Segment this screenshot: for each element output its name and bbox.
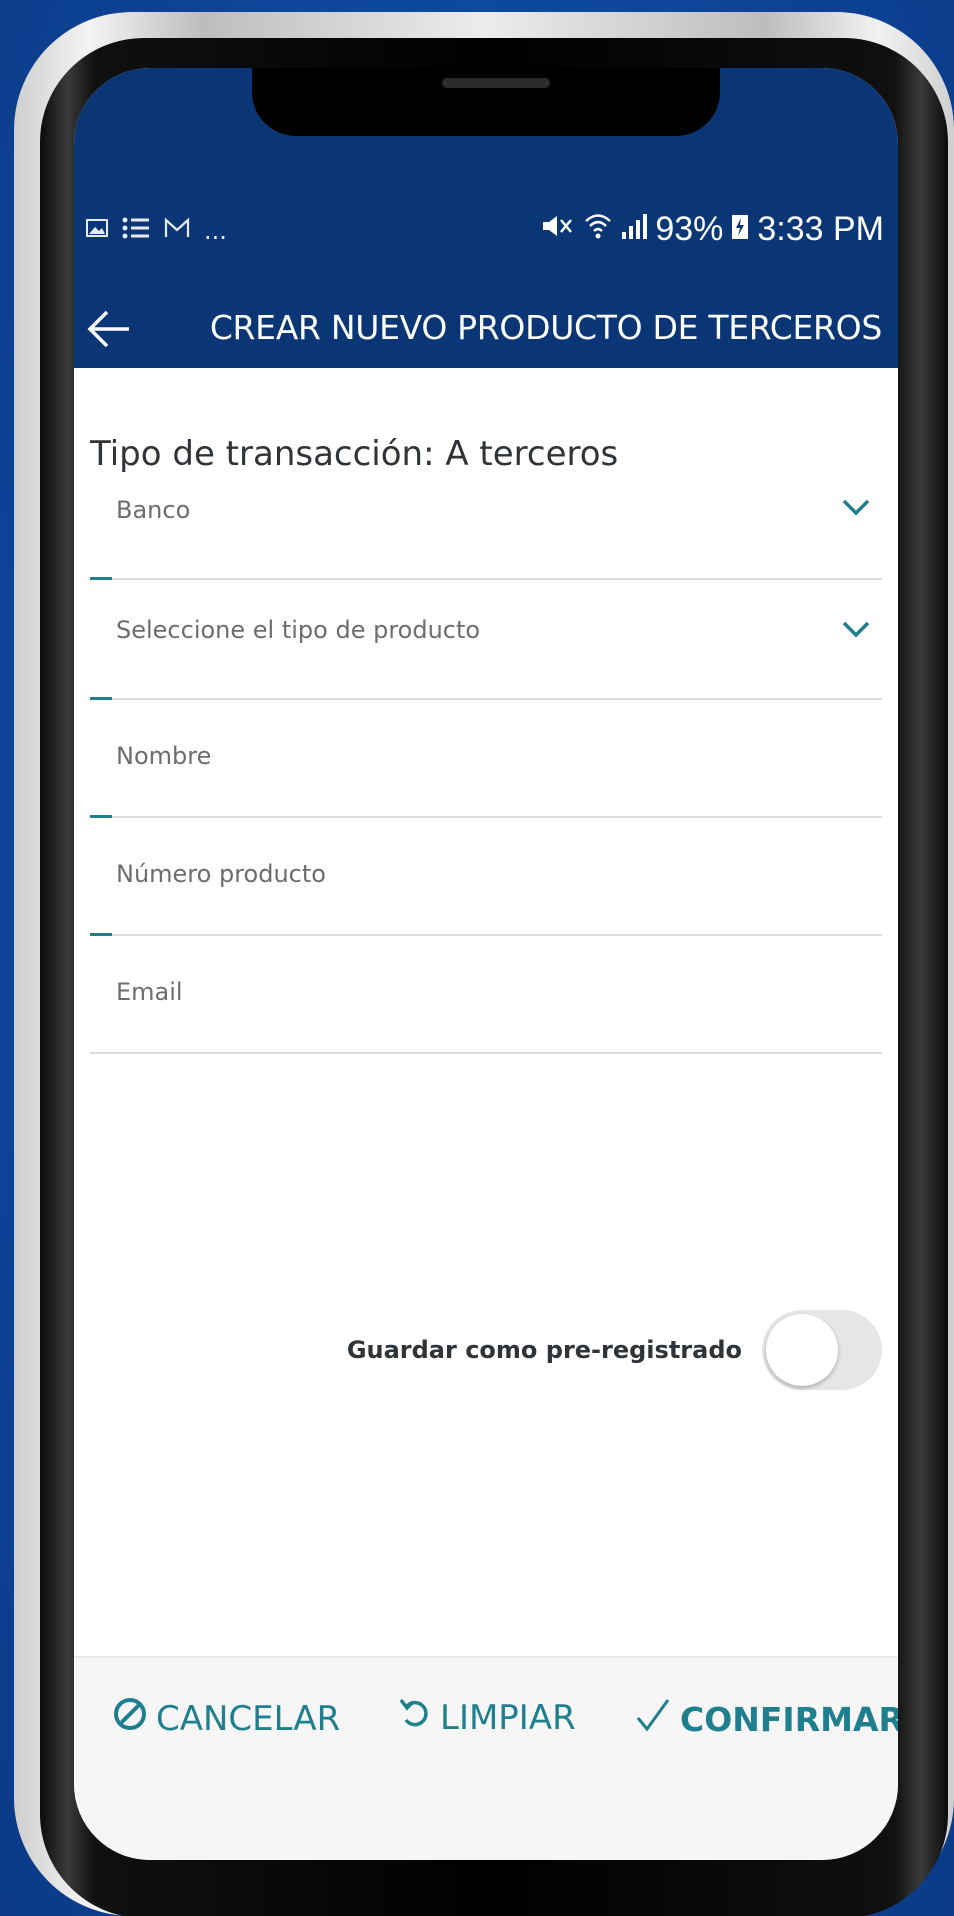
cancel-button[interactable]: CANCELAR [112, 1696, 340, 1741]
clear-label: LIMPIAR [440, 1697, 576, 1738]
check-icon [634, 1696, 672, 1742]
list-icon [122, 216, 150, 246]
toolbar: CREAR NUEVO PRODUCTO DE TERCEROS [74, 294, 898, 364]
clock: 3:33 PM [757, 210, 884, 248]
email-field[interactable]: Email [90, 932, 882, 1054]
mail-icon [164, 217, 190, 245]
action-bar: CANCELAR LIMPIAR CONFIRMAR [74, 1656, 898, 1860]
email-field-label: Email [116, 978, 183, 1006]
bank-select-label: Banco [116, 496, 191, 524]
system-status: 93% 3:33 PM [539, 210, 884, 249]
product-number-label: Número producto [116, 860, 326, 888]
more-notifications: ... [204, 217, 227, 245]
clear-button[interactable]: LIMPIAR [398, 1696, 576, 1739]
back-arrow-icon[interactable] [80, 300, 138, 358]
image-icon [86, 217, 108, 245]
product-type-select[interactable]: Seleccione el tipo de producto [90, 578, 882, 700]
product-type-label: Seleccione el tipo de producto [116, 616, 481, 644]
page-title: CREAR NUEVO PRODUCTO DE TERCEROS [209, 308, 882, 347]
name-field[interactable]: Nombre [90, 696, 882, 818]
phone-notch [252, 68, 720, 136]
chevron-down-icon [838, 490, 874, 526]
toggle-knob [766, 1314, 838, 1386]
preregister-row: Guardar como pre-registrado [90, 1310, 882, 1390]
preregister-toggle[interactable] [762, 1310, 882, 1390]
speaker-grille [442, 78, 550, 88]
app-screen: ... 93% 3:33 PM CREAR NUEVO PRODUCTO DE … [74, 68, 898, 1860]
chevron-down-icon [838, 612, 874, 648]
preregister-label: Guardar como pre-registrado [346, 1336, 742, 1364]
cancel-label: CANCELAR [156, 1698, 341, 1739]
name-field-label: Nombre [116, 742, 212, 770]
signal-icon [621, 210, 648, 249]
product-number-field[interactable]: Número producto [90, 814, 882, 936]
wifi-icon [583, 210, 613, 249]
cancel-icon [112, 1696, 148, 1741]
confirm-button[interactable]: CONFIRMAR [634, 1696, 898, 1742]
battery-charging-icon [731, 210, 749, 249]
undo-icon [398, 1696, 432, 1739]
bank-select[interactable]: Banco [90, 458, 882, 580]
confirm-label: CONFIRMAR [680, 1699, 898, 1739]
mute-icon [539, 210, 575, 249]
battery-level: 93% [655, 210, 724, 248]
notification-icons: ... [86, 216, 227, 246]
status-bar: ... 93% 3:33 PM [74, 210, 898, 260]
